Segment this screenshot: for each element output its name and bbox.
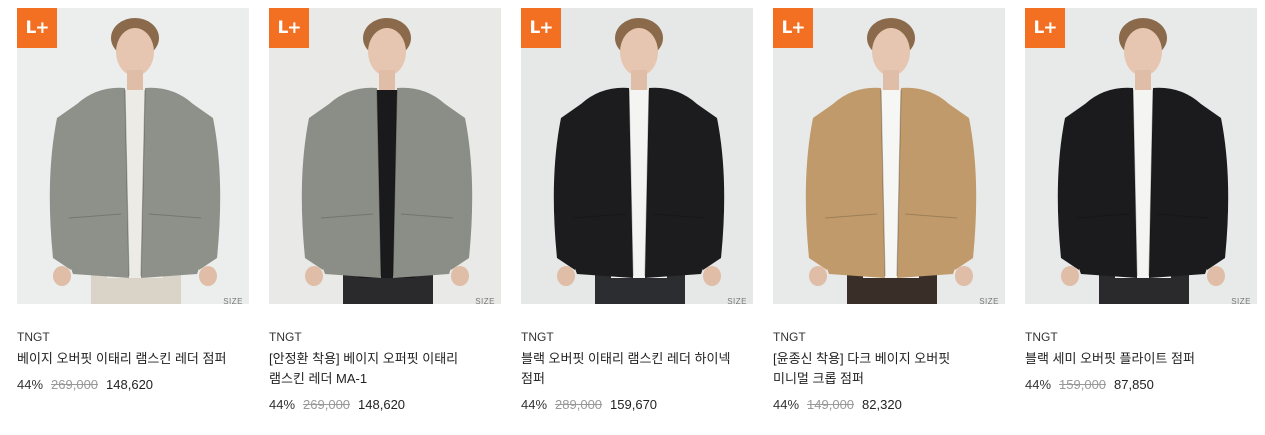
discount-rate: 44% bbox=[521, 397, 548, 412]
product-info: TNGT 블랙 세미 오버핏 플라이트 점퍼 44% 159,000 87,85… bbox=[1025, 304, 1257, 392]
lplus-badge: L+ bbox=[773, 8, 813, 48]
brand-name[interactable]: TNGT bbox=[773, 330, 1005, 344]
price-row: 44% 159,000 87,850 bbox=[1025, 377, 1257, 392]
sale-price: 159,670 bbox=[610, 397, 658, 412]
brand-name[interactable]: TNGT bbox=[269, 330, 501, 344]
lplus-badge: L+ bbox=[521, 8, 561, 48]
product-image[interactable]: L+ SIZE bbox=[521, 8, 753, 304]
product-image[interactable]: L+ SIZE bbox=[269, 8, 501, 304]
price-row: 44% 269,000 148,620 bbox=[17, 377, 249, 392]
size-label[interactable]: SIZE bbox=[727, 297, 747, 304]
discount-rate: 44% bbox=[773, 397, 800, 412]
original-price: 289,000 bbox=[555, 397, 603, 412]
product-photo bbox=[773, 8, 1005, 304]
product-image[interactable]: L+ SIZE bbox=[17, 8, 249, 304]
product-name[interactable]: [윤종신 착용] 다크 베이지 오버핏 미니멀 크롭 점퍼 bbox=[773, 349, 983, 389]
price-row: 44% 269,000 148,620 bbox=[269, 397, 501, 412]
product-photo bbox=[269, 8, 501, 304]
product-info: TNGT 베이지 오버핏 이태리 램스킨 레더 점퍼 44% 269,000 1… bbox=[17, 304, 249, 392]
product-card-1[interactable]: L+ SIZE TNGT 베이지 오버핏 이태리 램스킨 레더 점퍼 44% 2… bbox=[17, 8, 249, 412]
product-image[interactable]: L+ SIZE bbox=[1025, 8, 1257, 304]
original-price: 159,000 bbox=[1059, 377, 1107, 392]
sale-price: 82,320 bbox=[862, 397, 902, 412]
discount-rate: 44% bbox=[1025, 377, 1052, 392]
brand-name[interactable]: TNGT bbox=[17, 330, 249, 344]
product-name[interactable]: [안정환 착용] 베이지 오퍼핏 이태리 램스킨 레더 MA-1 bbox=[269, 349, 479, 389]
brand-name[interactable]: TNGT bbox=[521, 330, 753, 344]
sale-price: 87,850 bbox=[1114, 377, 1154, 392]
brand-name[interactable]: TNGT bbox=[1025, 330, 1257, 344]
size-label[interactable]: SIZE bbox=[475, 297, 495, 304]
product-grid: L+ SIZE TNGT 베이지 오버핏 이태리 램스킨 레더 점퍼 44% 2… bbox=[17, 8, 1257, 412]
original-price: 269,000 bbox=[51, 377, 99, 392]
product-name[interactable]: 블랙 오버핏 이태리 램스킨 레더 하이넥 점퍼 bbox=[521, 349, 731, 389]
product-name[interactable]: 베이지 오버핏 이태리 램스킨 레더 점퍼 bbox=[17, 349, 227, 369]
discount-rate: 44% bbox=[17, 377, 44, 392]
size-label[interactable]: SIZE bbox=[1231, 297, 1251, 304]
product-card-2[interactable]: L+ SIZE TNGT [안정환 착용] 베이지 오퍼핏 이태리 램스킨 레더… bbox=[269, 8, 501, 412]
size-label[interactable]: SIZE bbox=[979, 297, 999, 304]
product-card-5[interactable]: L+ SIZE TNGT 블랙 세미 오버핏 플라이트 점퍼 44% 159,0… bbox=[1025, 8, 1257, 412]
price-row: 44% 149,000 82,320 bbox=[773, 397, 1005, 412]
original-price: 149,000 bbox=[807, 397, 855, 412]
product-photo bbox=[17, 8, 249, 304]
product-info: TNGT [윤종신 착용] 다크 베이지 오버핏 미니멀 크롭 점퍼 44% 1… bbox=[773, 304, 1005, 412]
original-price: 269,000 bbox=[303, 397, 351, 412]
product-photo bbox=[1025, 8, 1257, 304]
price-row: 44% 289,000 159,670 bbox=[521, 397, 753, 412]
product-info: TNGT 블랙 오버핏 이태리 램스킨 레더 하이넥 점퍼 44% 289,00… bbox=[521, 304, 753, 412]
product-name[interactable]: 블랙 세미 오버핏 플라이트 점퍼 bbox=[1025, 349, 1235, 369]
lplus-badge: L+ bbox=[1025, 8, 1065, 48]
product-image[interactable]: L+ SIZE bbox=[773, 8, 1005, 304]
product-photo bbox=[521, 8, 753, 304]
sale-price: 148,620 bbox=[358, 397, 406, 412]
size-label[interactable]: SIZE bbox=[223, 297, 243, 304]
product-card-3[interactable]: L+ SIZE TNGT 블랙 오버핏 이태리 램스킨 레더 하이넥 점퍼 44… bbox=[521, 8, 753, 412]
discount-rate: 44% bbox=[269, 397, 296, 412]
sale-price: 148,620 bbox=[106, 377, 154, 392]
product-card-4[interactable]: L+ SIZE TNGT [윤종신 착용] 다크 베이지 오버핏 미니멀 크롭 … bbox=[773, 8, 1005, 412]
product-info: TNGT [안정환 착용] 베이지 오퍼핏 이태리 램스킨 레더 MA-1 44… bbox=[269, 304, 501, 412]
lplus-badge: L+ bbox=[269, 8, 309, 48]
lplus-badge: L+ bbox=[17, 8, 57, 48]
